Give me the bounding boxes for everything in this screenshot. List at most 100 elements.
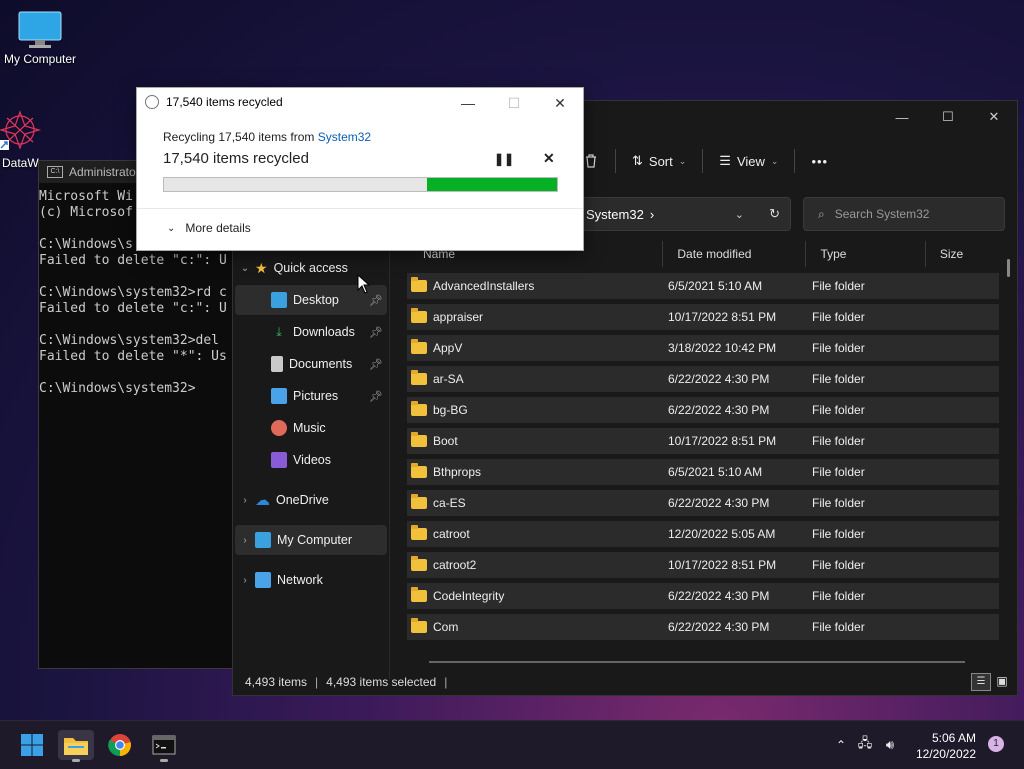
documents-icon xyxy=(271,356,283,372)
table-row[interactable]: CodeIntegrity 6/22/2022 4:30 PM File folde… xyxy=(407,583,999,609)
file-type: File folder xyxy=(812,372,865,386)
windows-logo-icon xyxy=(21,734,43,756)
nav-label: Downloads xyxy=(293,325,355,339)
address-dropdown-icon[interactable]: ⌄ xyxy=(735,208,744,221)
table-row[interactable]: bg-BG 6/22/2022 4:30 PM File folder xyxy=(407,397,999,423)
chevron-right-icon[interactable]: › xyxy=(235,535,255,546)
column-header-size[interactable]: Size xyxy=(926,241,999,267)
taskbar-file-explorer[interactable] xyxy=(58,730,94,762)
dialog-titlebar[interactable]: 17,540 items recycled xyxy=(145,95,283,109)
table-row[interactable]: AdvancedInstallers 6/5/2021 5:10 AM File f… xyxy=(407,273,999,299)
view-label: View xyxy=(736,153,765,169)
pin-icon[interactable]: 📌︎ xyxy=(369,390,383,403)
nav-item-music[interactable]: Music xyxy=(235,413,387,443)
view-button[interactable]: ☰ View ⌄ xyxy=(709,145,788,177)
dataw-app-icon xyxy=(0,110,42,150)
start-button[interactable] xyxy=(14,730,50,760)
source-folder-link[interactable]: System32 xyxy=(318,130,371,144)
nav-item-documents[interactable]: Documents 📌︎ xyxy=(235,349,387,379)
table-row[interactable]: AppV 3/18/2022 10:42 PM File folder xyxy=(407,335,999,361)
file-type: File folder xyxy=(812,589,865,603)
recycle-progress-dialog[interactable]: 17,540 items recycled — ☐ ✕ Recycling 17… xyxy=(136,87,584,251)
file-date: 6/22/2022 4:30 PM xyxy=(668,372,770,386)
horizontal-scrollbar[interactable] xyxy=(429,661,965,663)
minimize-button[interactable]: — xyxy=(879,101,925,133)
toolbar-divider xyxy=(702,149,704,173)
cancel-button[interactable]: ✕ xyxy=(543,150,555,167)
nav-item-pictures[interactable]: Pictures 📌︎ xyxy=(235,381,387,411)
show-hidden-icons-button[interactable]: ⌃ xyxy=(830,738,852,752)
pane-divider[interactable] xyxy=(389,249,390,679)
dialog-close-button[interactable]: ✕ xyxy=(537,90,583,116)
taskbar-clock[interactable]: 5:06 AM 12/20/2022 xyxy=(910,730,976,762)
more-options-button[interactable]: ••• xyxy=(801,145,838,177)
dialog-minimize-button[interactable]: — xyxy=(445,90,491,116)
folder-icon xyxy=(64,738,88,755)
table-row[interactable]: catroot2 10/17/2022 8:51 PM File folder xyxy=(407,552,999,578)
nav-label: OneDrive xyxy=(276,493,329,507)
status-divider: | xyxy=(315,675,319,689)
nav-item-onedrive[interactable]: › ☁ OneDrive xyxy=(235,485,387,515)
address-bar[interactable]: System32 › ⌄ ↻ xyxy=(575,197,791,231)
more-details-toggle[interactable]: ⌄ More details xyxy=(167,221,251,235)
pin-icon[interactable]: 📌︎ xyxy=(369,326,383,339)
nav-label: Quick access xyxy=(273,261,348,275)
address-path[interactable]: System32 xyxy=(586,207,644,222)
pause-button[interactable]: ❚❚ xyxy=(494,152,514,166)
maximize-button[interactable]: ☐ xyxy=(925,101,971,133)
nav-label: Documents xyxy=(289,357,353,371)
nav-item-videos[interactable]: Videos xyxy=(235,445,387,475)
table-row[interactable]: Com 6/22/2022 4:30 PM File folder xyxy=(407,614,999,640)
table-row[interactable]: ca-ES 6/22/2022 4:30 PM File folder xyxy=(407,490,999,516)
details-view-button[interactable]: ☰ xyxy=(971,673,991,691)
chevron-down-icon[interactable]: ⌄ xyxy=(235,263,255,274)
search-input[interactable]: Search System32 xyxy=(835,207,930,221)
volume-icon[interactable]: 🔊︎ xyxy=(878,737,902,753)
file-date: 6/22/2022 4:30 PM xyxy=(668,589,770,603)
refresh-icon[interactable]: ↻ xyxy=(769,206,780,222)
chevron-right-icon[interactable]: › xyxy=(235,575,255,586)
chevron-right-icon: › xyxy=(649,206,655,222)
column-header-type[interactable]: Type xyxy=(806,241,926,267)
file-name: AdvancedInstallers xyxy=(433,279,535,293)
vertical-scrollbar[interactable] xyxy=(1007,259,1010,277)
status-divider: | xyxy=(444,675,448,689)
table-row[interactable]: catroot 12/20/2022 5:05 AM File folder xyxy=(407,521,999,547)
folder-icon xyxy=(411,556,427,571)
file-name: bg-BG xyxy=(433,403,468,417)
nav-item-my-computer[interactable]: › My Computer xyxy=(235,525,387,555)
taskbar-chrome[interactable] xyxy=(102,730,138,760)
more-details-label: More details xyxy=(185,221,251,235)
table-row[interactable]: appraiser 10/17/2022 8:51 PM File folder xyxy=(407,304,999,330)
table-row[interactable]: ar-SA 6/22/2022 4:30 PM File folder xyxy=(407,366,999,392)
sort-icon: ⇅ xyxy=(632,153,643,168)
nav-item-downloads[interactable]: ⤓ Downloads 📌︎ xyxy=(235,317,387,347)
folder-icon xyxy=(411,370,427,385)
chevron-right-icon[interactable]: › xyxy=(235,495,255,506)
network-icon[interactable]: 🖧︎ xyxy=(852,734,878,756)
sort-button[interactable]: ⇅ Sort ⌄ xyxy=(622,145,696,177)
thumbnails-view-button[interactable]: ▣ xyxy=(993,673,1011,689)
column-header-date-modified[interactable]: Date modified xyxy=(663,241,807,267)
computer-icon xyxy=(255,532,271,548)
file-type: File folder xyxy=(812,341,865,355)
sort-label: Sort xyxy=(648,153,673,169)
folder-icon xyxy=(411,308,427,323)
file-date: 6/5/2021 5:10 AM xyxy=(668,279,763,293)
file-type: File folder xyxy=(812,496,865,510)
toolbar-divider xyxy=(794,149,796,173)
file-type: File folder xyxy=(812,465,865,479)
close-button[interactable]: ✕ xyxy=(971,101,1017,133)
dialog-maximize-button[interactable]: ☐ xyxy=(491,90,537,116)
table-row[interactable]: Boot 10/17/2022 8:51 PM File folder xyxy=(407,428,999,454)
pin-icon[interactable]: 📌︎ xyxy=(369,294,383,307)
nav-item-network[interactable]: › Network xyxy=(235,565,387,595)
table-row[interactable]: Bthprops 6/5/2021 5:10 AM File folder xyxy=(407,459,999,485)
desktop-icon-my-computer[interactable]: My Computer xyxy=(0,10,80,66)
file-date: 3/18/2022 10:42 PM xyxy=(668,341,777,355)
search-box[interactable]: ⌕ Search System32 xyxy=(803,197,1005,231)
taskbar-terminal[interactable] xyxy=(146,730,182,762)
notification-badge[interactable]: 1 xyxy=(988,736,1004,752)
pin-icon[interactable]: 📌︎ xyxy=(369,358,383,371)
file-type: File folder xyxy=(812,527,865,541)
